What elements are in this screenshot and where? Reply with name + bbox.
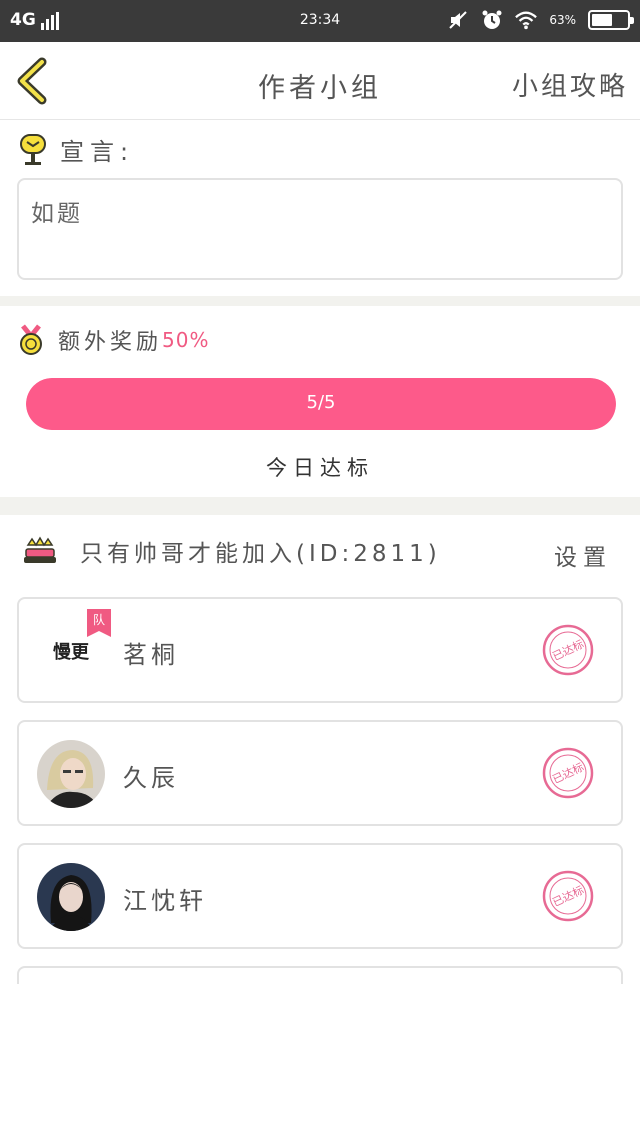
bonus-label: 额外奖励 (58, 330, 163, 355)
battery-level (592, 14, 612, 26)
nav-bar: 作者小组 小组攻略 (0, 42, 640, 120)
team-tag-text: 队 (93, 612, 105, 627)
bonus-percent: 50% (162, 328, 210, 352)
section-divider (0, 497, 640, 515)
wifi-icon (515, 11, 538, 30)
status-right: 63% (447, 9, 634, 31)
stamp-text: 已达标 (550, 637, 586, 664)
mailbox-icon (20, 133, 46, 165)
battery-icon (588, 10, 634, 30)
team-icon (24, 536, 56, 563)
daily-progress-bar: 5/5 (26, 378, 616, 430)
bonus-header: 额外奖励 50% (18, 324, 209, 356)
manifesto-text: 如题 (17, 178, 623, 280)
group-guide-link[interactable]: 小组攻略 (512, 66, 628, 103)
battery-percent: 63% (549, 13, 576, 27)
alarm-icon (482, 10, 502, 29)
list-clip (0, 984, 640, 1138)
reached-stamp-icon: 已达标 (542, 624, 594, 676)
team-settings-button[interactable]: 设置 (554, 538, 612, 572)
manifesto-label: 宣言: (60, 138, 135, 166)
stamp-text: 已达标 (550, 760, 586, 787)
section-divider (0, 296, 640, 306)
team-leader-tag: 队 (87, 609, 111, 637)
manifesto-header: 宣言: (18, 132, 134, 167)
avatar (37, 863, 105, 931)
mute-icon (449, 11, 468, 29)
member-name: 茗桐 (123, 641, 179, 669)
status-bar: 4G 23:34 63% (0, 0, 640, 42)
today-status: 今日达标 (266, 456, 374, 480)
stamp-text: 已达标 (550, 883, 586, 910)
member-card[interactable]: 久辰 已达标 (17, 720, 623, 826)
member-card[interactable]: 慢更 队 茗桐 已达标 (17, 597, 623, 703)
progress-text: 5/5 (306, 392, 336, 413)
avatar (37, 740, 105, 808)
member-name: 江忱轩 (123, 887, 207, 915)
member-card[interactable]: 江忱轩 已达标 (17, 843, 623, 949)
team-name: 只有帅哥才能加入(ID:2811) (80, 541, 441, 567)
medal-icon (20, 324, 42, 355)
member-name: 久辰 (123, 764, 179, 792)
reached-stamp-icon: 已达标 (542, 747, 594, 799)
team-header: 只有帅哥才能加入(ID:2811) (22, 534, 441, 568)
reached-stamp-icon: 已达标 (542, 870, 594, 922)
